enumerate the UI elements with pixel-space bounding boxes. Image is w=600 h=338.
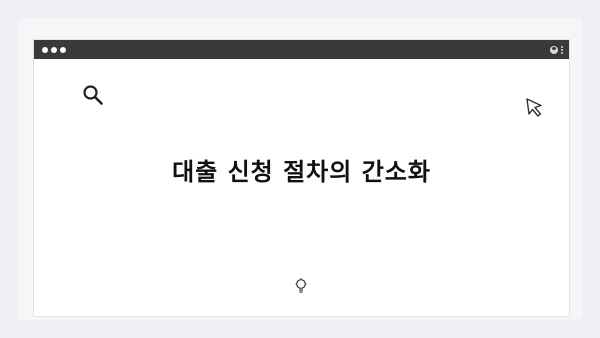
titlebar-actions — [550, 45, 563, 54]
cursor-icon — [526, 98, 542, 117]
maximize-window-button[interactable] — [60, 46, 66, 53]
browser-window: 대출 신청 절차의 간소화 — [34, 40, 569, 316]
lightbulb-icon — [295, 278, 307, 293]
window-controls — [42, 46, 66, 53]
minimize-window-button[interactable] — [51, 46, 57, 53]
close-window-button[interactable] — [42, 46, 48, 53]
window-titlebar — [34, 40, 569, 59]
page-title: 대출 신청 절차의 간소화 — [172, 158, 431, 186]
more-vertical-icon[interactable] — [561, 45, 563, 54]
search-icon[interactable] — [81, 83, 105, 107]
user-icon[interactable] — [550, 45, 558, 54]
